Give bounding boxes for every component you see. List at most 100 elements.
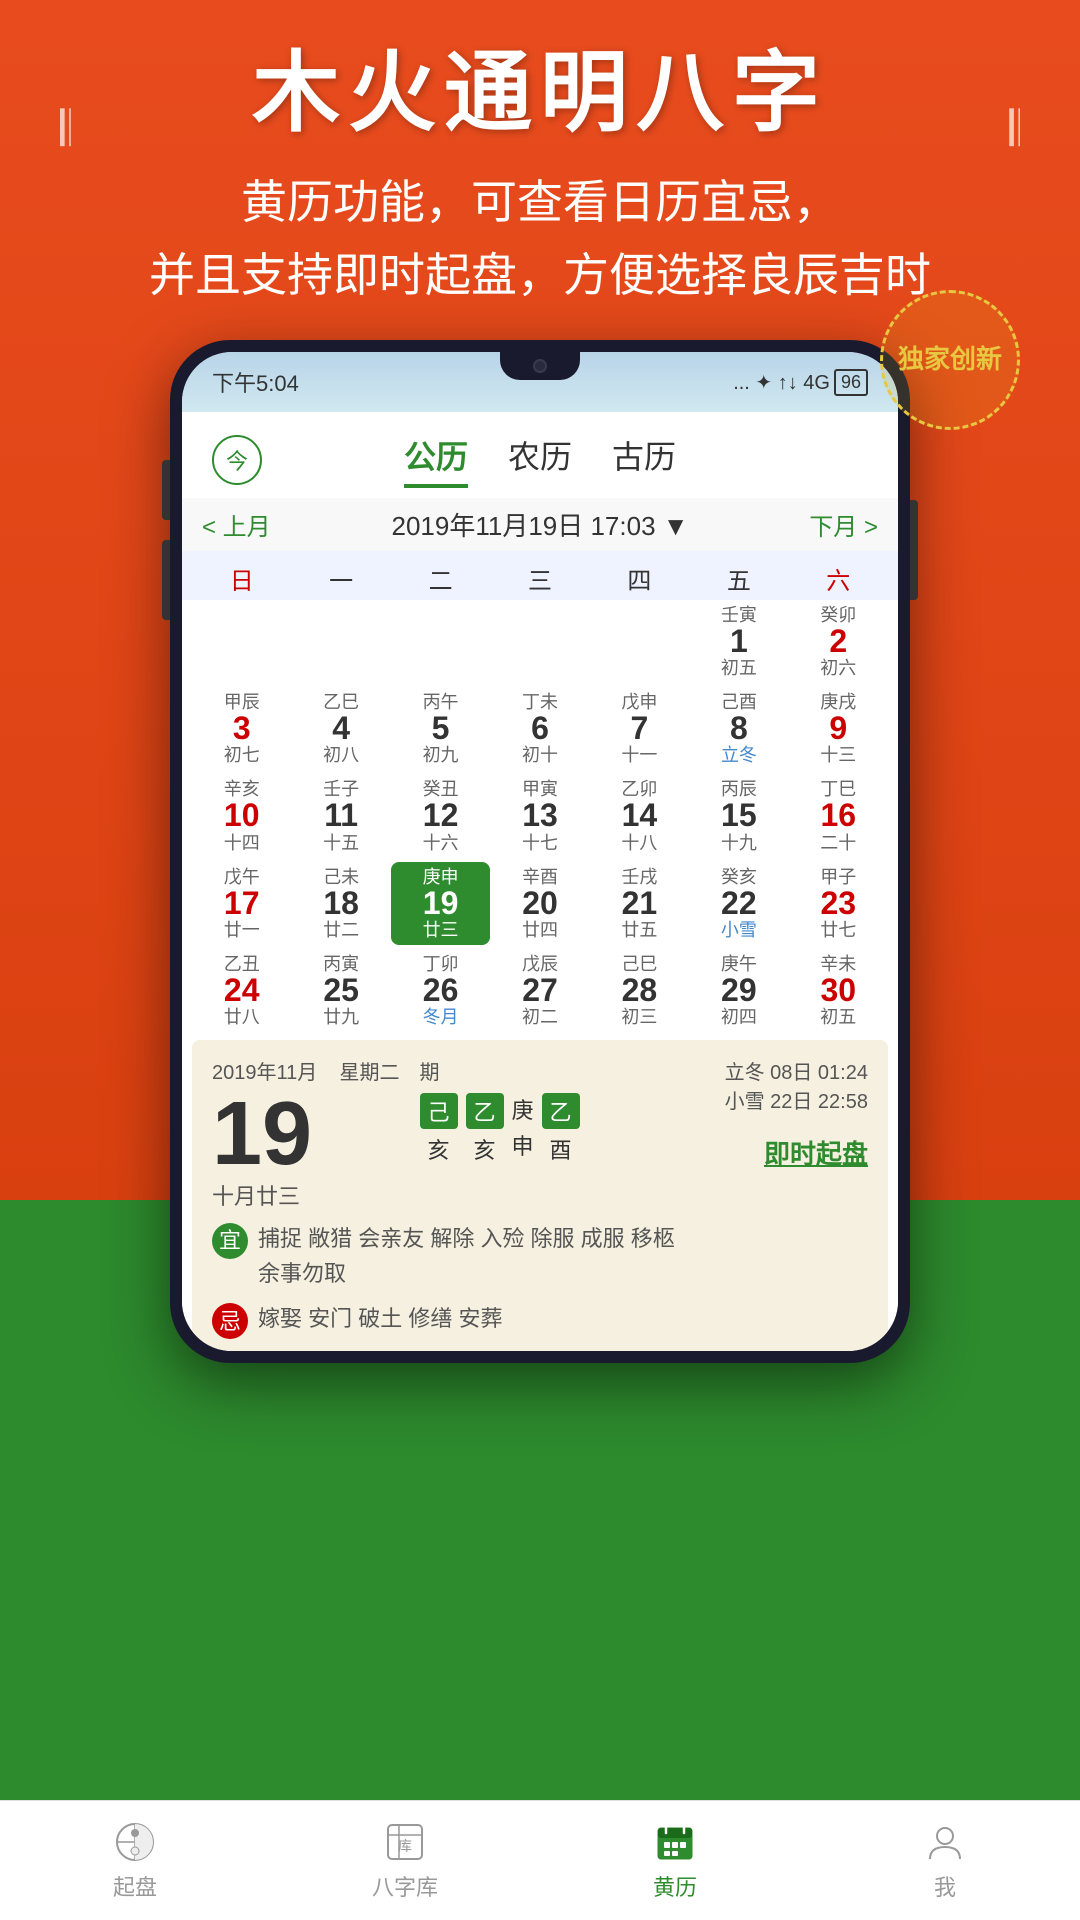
daily-info-panel: 2019年11月 星期二 19 十月廿三 期	[192, 1040, 888, 1351]
cal-cell-empty-2	[291, 600, 390, 683]
bottom-nav: 起盘 库 八字库 黄历	[0, 1800, 1080, 1920]
cal-cell-8[interactable]: 己酉 8 立冬	[689, 687, 788, 770]
yi-text: 捕捉 敞猎 会亲友 解除 入殓 除服 成服 移柩余事勿取	[258, 1221, 675, 1291]
cal-cell-empty-4	[490, 600, 589, 683]
calendar-tabs: 公历 农历 古历	[404, 432, 676, 488]
cal-cell-16[interactable]: 丁巳 16 二十	[789, 774, 888, 857]
cal-cell-19-today[interactable]: 庚申 19 廿三	[391, 862, 490, 945]
ji-row: 忌 嫁娶 安门 破土 修缮 安葬	[212, 1301, 868, 1339]
next-month-button[interactable]: 下月 >	[809, 507, 878, 542]
prev-month-button[interactable]: < 上月	[202, 507, 271, 542]
status-bar: 下午5:04 ... ✦ ↑↓ 4G 96	[182, 352, 898, 412]
cal-cell-empty-5	[590, 600, 689, 683]
app-title: 木火通明八字	[0, 40, 1080, 146]
cal-cell-23[interactable]: 甲子 23 廿七	[789, 862, 888, 945]
nav-item-baziku[interactable]: 库 八字库	[270, 1820, 540, 1902]
nav-item-me[interactable]: 我	[810, 1820, 1080, 1902]
nav-label-me: 我	[934, 1870, 956, 1902]
phone-notch	[500, 352, 580, 380]
green-strip	[0, 1740, 1080, 1800]
cal-cell-14[interactable]: 乙卯 14 十八	[590, 774, 689, 857]
calendar-header: 今 公历 农历 古历	[182, 412, 898, 498]
nav-label-qipan: 起盘	[113, 1870, 157, 1902]
week-row-3: 辛亥 10 十四 壬子 11 十五 癸丑 12 十六	[192, 774, 888, 857]
cal-cell-12[interactable]: 癸丑 12 十六	[391, 774, 490, 857]
tab-ancient[interactable]: 古历	[612, 432, 676, 488]
cal-cell-11[interactable]: 壬子 11 十五	[291, 774, 390, 857]
ganzhi-hour: 乙 酉	[542, 1093, 580, 1165]
deco-left-icon: 𝄃	[60, 102, 71, 158]
cal-cell-26[interactable]: 丁卯 26 冬月	[391, 949, 490, 1032]
weekday-wed: 三	[490, 561, 589, 596]
cal-cell-1[interactable]: 壬寅 1 初五	[689, 600, 788, 683]
weekday-tue: 二	[391, 561, 490, 596]
qipan-button[interactable]: 即时起盘	[764, 1139, 868, 1169]
cal-cell-4[interactable]: 乙巳 4 初八	[291, 687, 390, 770]
nav-label-baziku: 八字库	[372, 1870, 438, 1902]
today-button[interactable]: 今	[212, 435, 262, 485]
weekday-sat: 六	[789, 561, 888, 596]
cal-cell-9[interactable]: 庚戌 9 十三	[789, 687, 888, 770]
camera-dot	[533, 359, 547, 373]
weekday-fri: 五	[689, 561, 788, 596]
nav-item-huangli[interactable]: 黄历	[540, 1820, 810, 1902]
status-time: 下午5:04	[212, 366, 299, 398]
cal-cell-15[interactable]: 丙辰 15 十九	[689, 774, 788, 857]
cal-cell-20[interactable]: 辛酉 20 廿四	[490, 862, 589, 945]
daily-row-main: 2019年11月 星期二 19 十月廿三 期	[212, 1056, 868, 1211]
cal-cell-21[interactable]: 壬戌 21 廿五	[590, 862, 689, 945]
cal-cell-7[interactable]: 戊申 7 十一	[590, 687, 689, 770]
daily-ganzhi-section: 期 己 亥 乙 亥	[420, 1056, 669, 1173]
phone-mockup: 下午5:04 ... ✦ ↑↓ 4G 96 今 公历	[170, 340, 910, 1363]
phone-btn-power	[910, 500, 918, 600]
nav-label-huangli: 黄历	[653, 1870, 697, 1902]
me-icon	[923, 1820, 967, 1864]
exclusive-badge: 独家创新	[880, 290, 1020, 430]
week-row-4: 戊午 17 廿一 己未 18 廿二 庚申 19 廿三	[192, 862, 888, 945]
cal-cell-24[interactable]: 乙丑 24 廿八	[192, 949, 291, 1032]
header-area: 𝄃 木火通明八字 𝄃 黄历功能，可查看日历宜忌， 并且支持即时起盘，方便选择良辰…	[0, 40, 1080, 313]
cal-cell-empty-3	[391, 600, 490, 683]
baziku-icon: 库	[383, 1820, 427, 1864]
cal-cell-22[interactable]: 癸亥 22 小雪	[689, 862, 788, 945]
ganzhi-month: 乙 亥	[466, 1093, 504, 1165]
daily-ganzhi: 己 亥 乙 亥 庚	[420, 1093, 669, 1165]
svg-text:库: 库	[398, 1838, 412, 1854]
week-row-2: 甲辰 3 初七 乙巳 4 初八 丙午 5 初九	[192, 687, 888, 770]
ganzhi-year: 己 亥	[420, 1093, 458, 1165]
cal-cell-30[interactable]: 辛未 30 初五	[789, 949, 888, 1032]
cal-cell-10[interactable]: 辛亥 10 十四	[192, 774, 291, 857]
solar-events: 立冬 08日 01:24小雪 22日 22:58	[688, 1056, 868, 1114]
weekday-thu: 四	[590, 561, 689, 596]
cal-cell-18[interactable]: 己未 18 廿二	[291, 862, 390, 945]
cal-cell-27[interactable]: 戊辰 27 初二	[490, 949, 589, 1032]
ji-text: 嫁娶 安门 破土 修缮 安葬	[258, 1301, 502, 1336]
tab-solar[interactable]: 公历	[404, 432, 468, 488]
week-row-5: 乙丑 24 廿八 丙寅 25 廿九 丁卯 26 冬月	[192, 949, 888, 1032]
nav-item-qipan[interactable]: 起盘	[0, 1820, 270, 1902]
ganzhi-day: 庚 申	[512, 1093, 534, 1161]
cal-cell-13[interactable]: 甲寅 13 十七	[490, 774, 589, 857]
qipan-icon	[113, 1820, 157, 1864]
cal-cell-2[interactable]: 癸卯 2 初六	[789, 600, 888, 683]
yi-badge: 宜	[212, 1223, 248, 1259]
badge-text: 独家创新	[898, 343, 1002, 377]
week-row-1: 壬寅 1 初五 癸卯 2 初六	[192, 600, 888, 683]
ji-badge: 忌	[212, 1303, 248, 1339]
current-month-title[interactable]: 2019年11月19日 17:03 ▼	[392, 506, 689, 543]
daily-month-label: 2019年11月 星期二	[212, 1056, 400, 1085]
cal-cell-17[interactable]: 戊午 17 廿一	[192, 862, 291, 945]
phone-btn-volume2	[162, 540, 170, 620]
cal-cell-5[interactable]: 丙午 5 初九	[391, 687, 490, 770]
cal-cell-28[interactable]: 己巳 28 初三	[590, 949, 689, 1032]
tab-lunar[interactable]: 农历	[508, 432, 572, 488]
cal-cell-29[interactable]: 庚午 29 初四	[689, 949, 788, 1032]
cal-cell-6[interactable]: 丁未 6 初十	[490, 687, 589, 770]
daily-date-number: 19	[212, 1089, 400, 1179]
week-header: 日 一 二 三 四 五 六	[182, 551, 898, 600]
cal-cell-empty-1	[192, 600, 291, 683]
cal-cell-25[interactable]: 丙寅 25 廿九	[291, 949, 390, 1032]
daily-week-label: 期	[420, 1056, 669, 1085]
huangli-icon	[653, 1820, 697, 1864]
cal-cell-3[interactable]: 甲辰 3 初七	[192, 687, 291, 770]
